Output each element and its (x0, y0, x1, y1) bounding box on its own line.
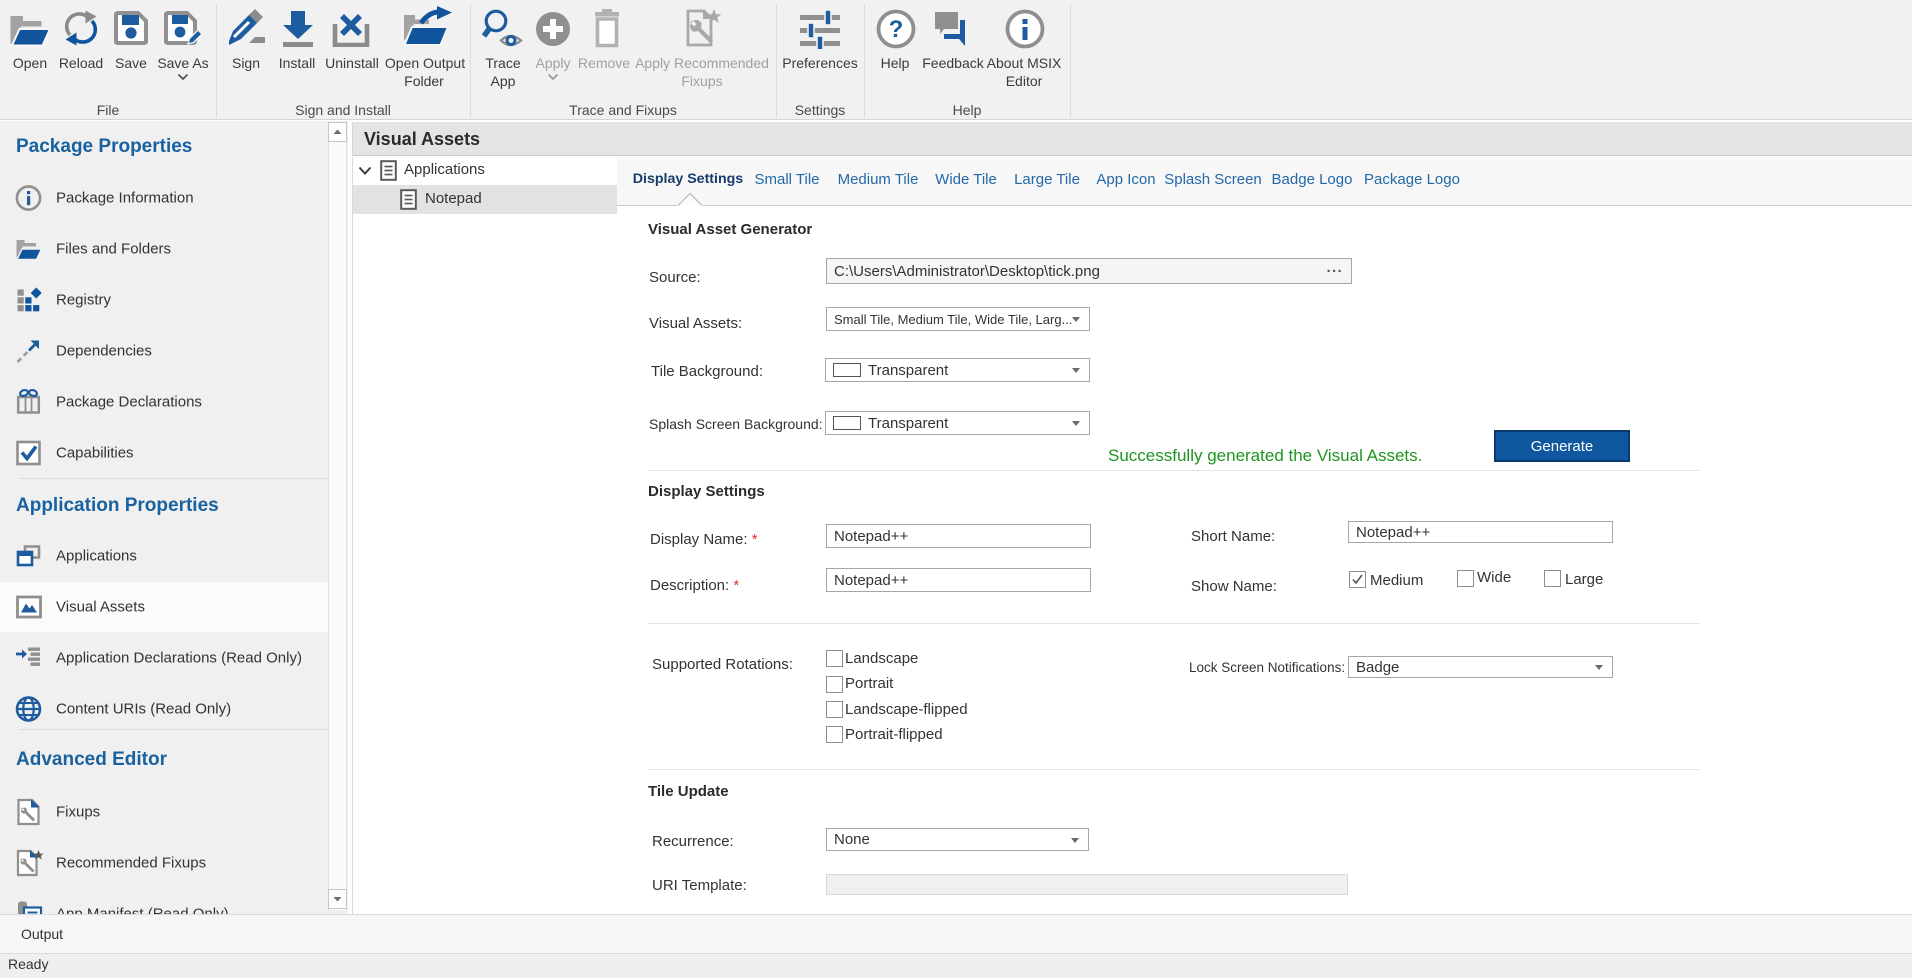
svg-text:?: ? (889, 16, 904, 43)
